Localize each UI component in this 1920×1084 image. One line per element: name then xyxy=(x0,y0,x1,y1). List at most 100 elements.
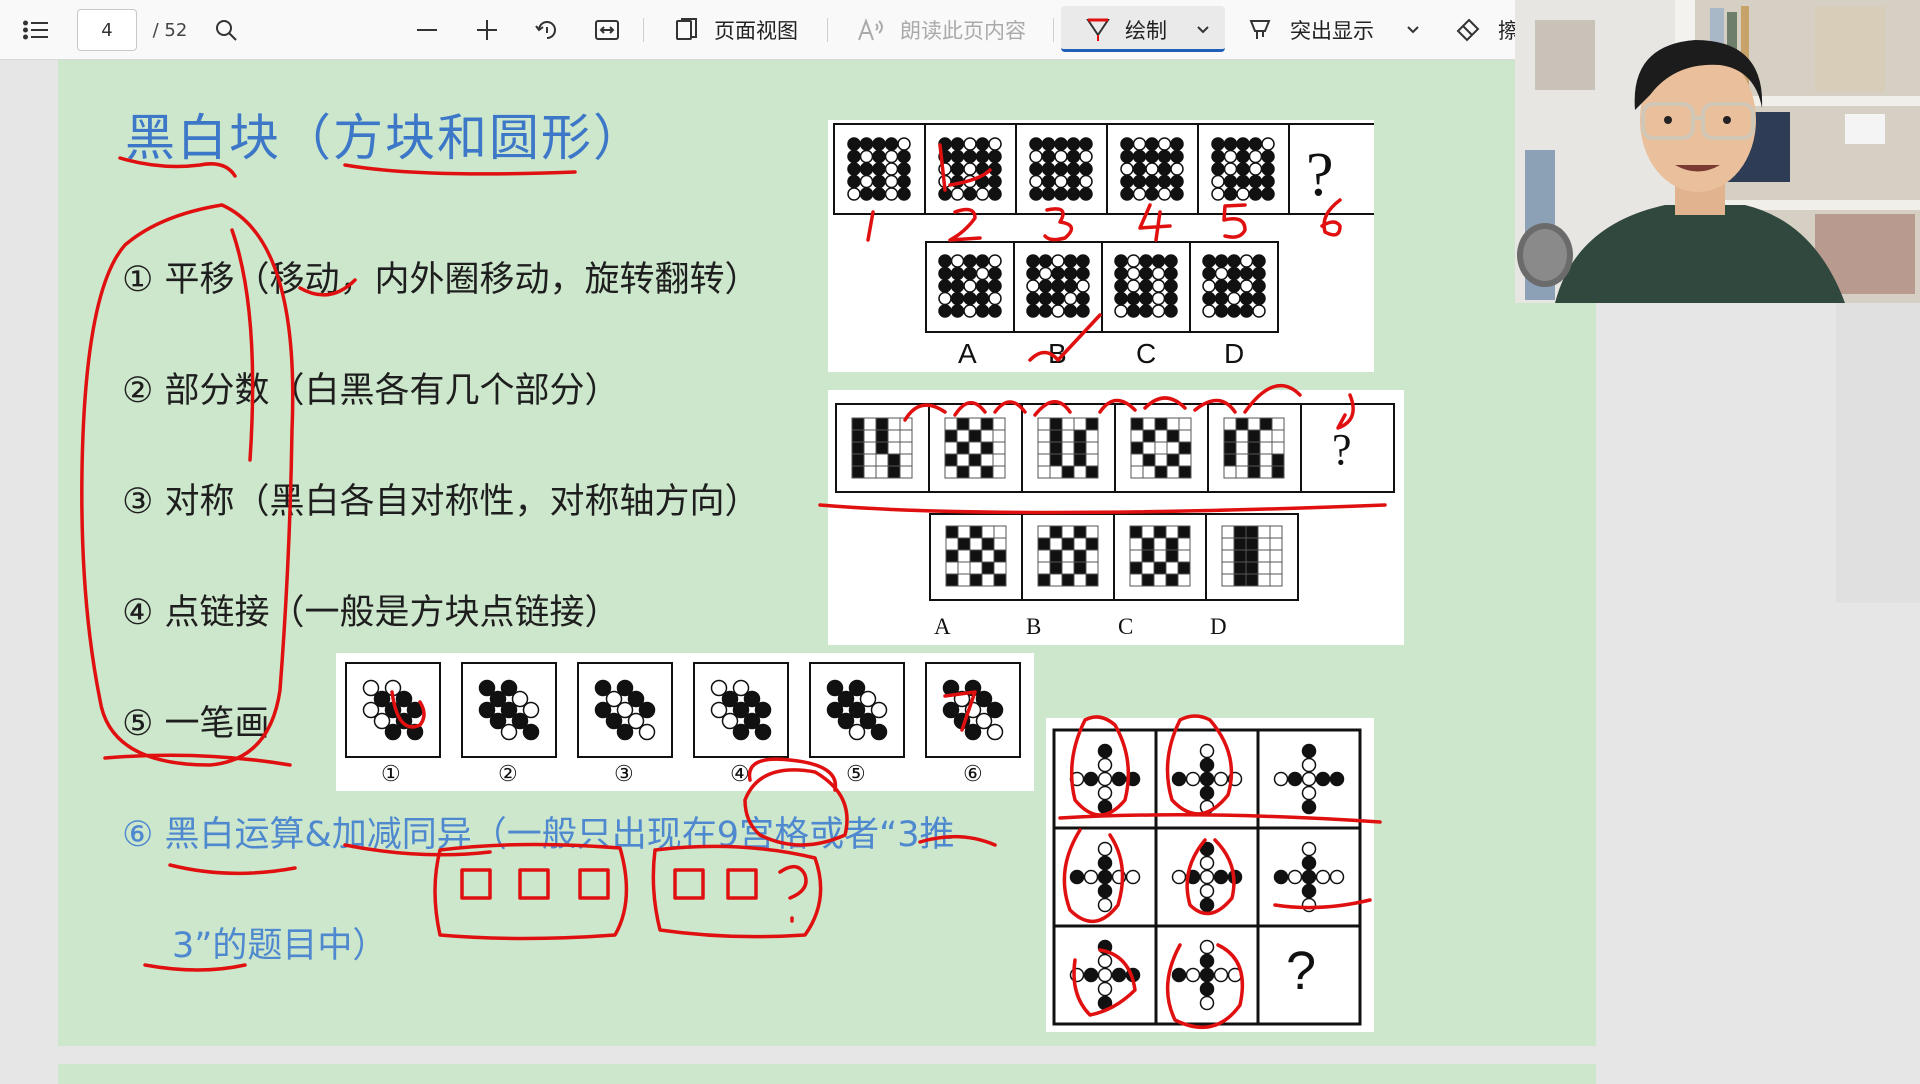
nine-grid-dot xyxy=(1301,855,1317,871)
sequence-dot xyxy=(1120,187,1134,201)
option-label-c: C xyxy=(1118,614,1134,639)
option-square xyxy=(981,561,995,575)
sequence-square xyxy=(1142,429,1156,443)
one-stroke-dot xyxy=(500,723,518,741)
option-dot xyxy=(1202,291,1216,306)
sequence-dot xyxy=(859,174,874,189)
sequence-square xyxy=(992,429,1006,443)
option-dot xyxy=(938,266,952,281)
option-dot xyxy=(1063,266,1078,281)
minus-icon[interactable] xyxy=(412,0,442,60)
chevron-down-icon[interactable] xyxy=(1403,0,1423,60)
pdf-next-page[interactable] xyxy=(58,1064,1596,1084)
nine-grid-dot xyxy=(1301,799,1317,815)
sequence-square xyxy=(992,417,1006,431)
nine-grid-dot xyxy=(1125,869,1141,885)
option-square xyxy=(1061,525,1075,539)
sequence-square xyxy=(851,465,865,479)
sequence-square xyxy=(1223,465,1237,479)
sequence-square xyxy=(887,465,901,479)
option-square xyxy=(969,549,983,563)
one-stroke-dot xyxy=(406,723,424,741)
sequence-square xyxy=(992,441,1006,455)
sequence-square xyxy=(1073,429,1087,443)
option-square xyxy=(1165,549,1179,563)
option-dot xyxy=(1151,304,1166,318)
sequence-square xyxy=(1061,417,1075,431)
sequence-dot xyxy=(1211,137,1225,151)
puzzle-figure-3: ① ② ③ ④ ⑤ ⑥ xyxy=(336,653,1034,791)
plus-icon[interactable] xyxy=(472,0,502,60)
option-dot xyxy=(1051,279,1065,293)
option-square xyxy=(1221,561,1235,575)
option-square xyxy=(1269,537,1283,551)
option-square xyxy=(993,549,1007,563)
option-square xyxy=(1245,573,1259,587)
nine-grid-dot xyxy=(1199,981,1215,997)
sequence-square xyxy=(887,429,901,443)
sequence-square xyxy=(1049,441,1063,455)
nine-grid-dot xyxy=(1097,743,1113,759)
option-square xyxy=(1049,537,1063,551)
nine-grid-dot xyxy=(1125,967,1141,983)
page-view-button[interactable]: 页面视图 xyxy=(714,0,798,60)
option-square xyxy=(1037,561,1051,575)
option-dot xyxy=(950,291,965,306)
option-dot xyxy=(1202,279,1216,293)
sequence-square xyxy=(863,429,877,443)
draw-button[interactable]: 绘制 xyxy=(1061,6,1225,52)
option-dot xyxy=(1164,266,1178,281)
sequence-square xyxy=(1061,465,1075,479)
option-square xyxy=(1221,573,1235,587)
sequence-dot xyxy=(1236,137,1250,151)
sequence-square xyxy=(980,441,994,455)
option-label-b: B xyxy=(1048,338,1067,369)
sequence-dot xyxy=(1211,162,1225,176)
sequence-square xyxy=(851,417,865,431)
search-icon[interactable] xyxy=(211,0,241,60)
option-square xyxy=(1141,525,1155,539)
option-label-a: A xyxy=(958,338,977,369)
option-square xyxy=(1153,525,1167,539)
sequence-square xyxy=(1154,429,1168,443)
option-dot xyxy=(1227,291,1241,306)
sequence-dot xyxy=(1120,174,1134,189)
sequence-square xyxy=(863,465,877,479)
nine-grid-dot xyxy=(1097,897,1113,913)
option-square xyxy=(1153,537,1167,551)
rotate-icon[interactable] xyxy=(532,0,562,60)
one-stroke-dot xyxy=(522,723,540,741)
sequence-square xyxy=(1166,453,1180,467)
nine-grid-dot xyxy=(1301,785,1317,801)
question-mark: ? xyxy=(1306,141,1334,209)
option-dot xyxy=(1202,254,1216,268)
one-stroke-dot xyxy=(964,723,982,741)
eraser-icon[interactable] xyxy=(1453,0,1483,60)
sequence-dot xyxy=(1211,149,1225,164)
sequence-square xyxy=(887,417,901,431)
option-dot xyxy=(1139,254,1153,268)
option-dot xyxy=(1026,304,1040,318)
sequence-square xyxy=(968,429,982,443)
sequence-dot xyxy=(1120,149,1134,164)
read-aloud-icon xyxy=(856,0,886,60)
nine-grid-dot xyxy=(1301,869,1317,885)
option-dot xyxy=(1126,266,1141,281)
read-aloud-button[interactable]: 朗读此页内容 xyxy=(900,0,1026,60)
highlight-button[interactable]: 突出显示 xyxy=(1290,0,1374,60)
option-square xyxy=(1085,525,1099,539)
nine-grid-dot xyxy=(1329,869,1345,885)
option-square xyxy=(1269,561,1283,575)
sequence-dot xyxy=(1261,187,1275,201)
chevron-down-icon[interactable] xyxy=(1193,0,1213,60)
option-dot xyxy=(1164,279,1178,293)
sequence-square xyxy=(944,453,958,467)
nine-grid-dot xyxy=(1097,785,1113,801)
list-icon[interactable] xyxy=(20,0,52,60)
fit-width-icon[interactable] xyxy=(592,0,622,60)
option-dot xyxy=(1202,304,1216,318)
page-number-input[interactable]: 4 xyxy=(77,9,137,51)
sequence-dot xyxy=(1145,149,1159,164)
sequence-dot xyxy=(1170,187,1184,201)
draw-label: 绘制 xyxy=(1125,19,1167,43)
